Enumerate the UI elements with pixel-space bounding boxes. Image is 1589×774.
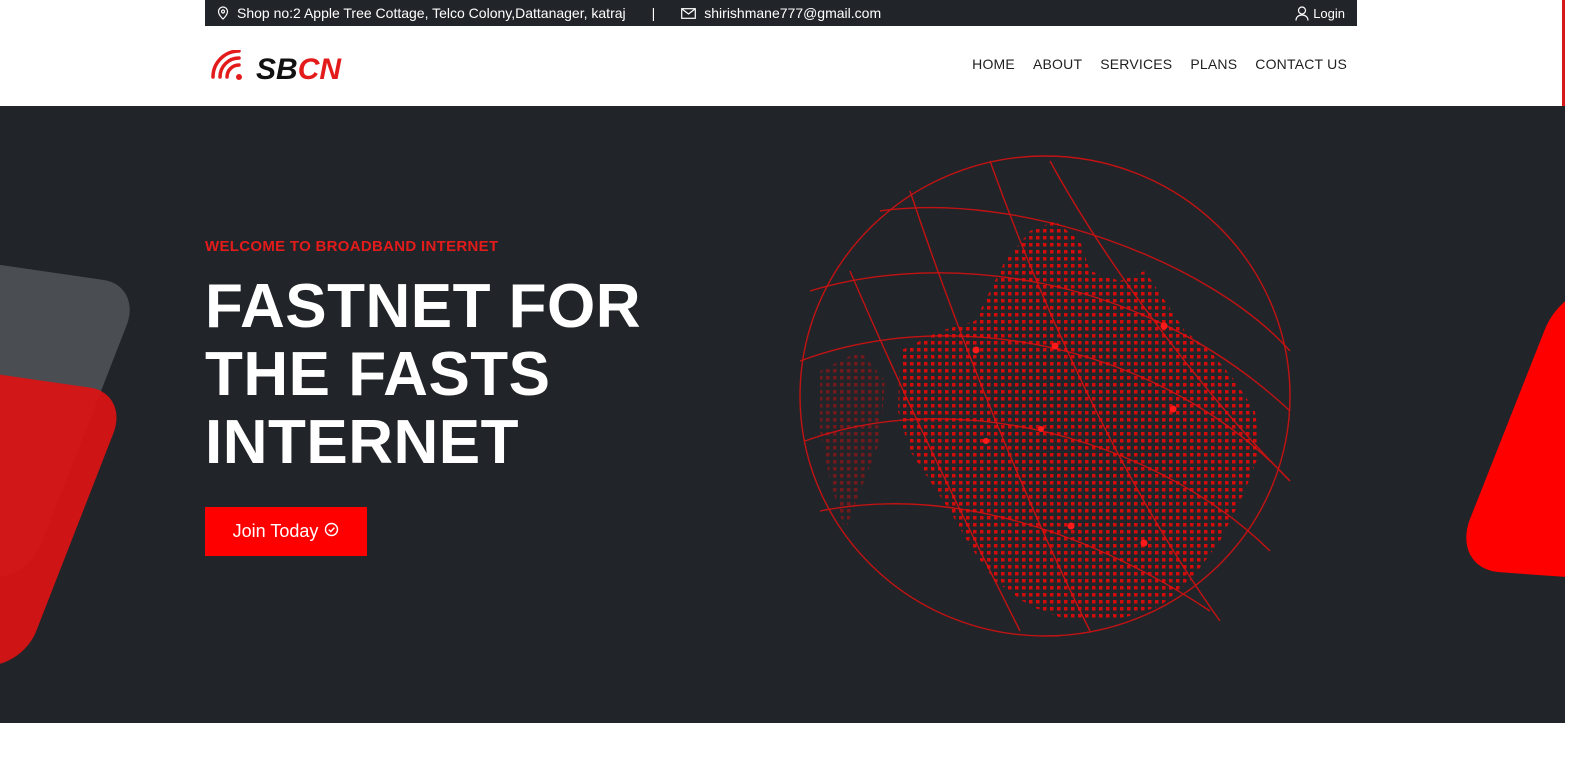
address-text: Shop no:2 Apple Tree Cottage, Telco Colo… bbox=[237, 5, 626, 21]
globe-land-dots bbox=[820, 221, 1260, 621]
page-right-gutter bbox=[1565, 0, 1589, 774]
top-info-bar: Shop no:2 Apple Tree Cottage, Telco Colo… bbox=[205, 0, 1357, 26]
headline-line-2: THE FASTS bbox=[205, 340, 551, 409]
nav-contact-us[interactable]: CONTACT US bbox=[1255, 56, 1347, 72]
join-today-label: Join Today bbox=[232, 521, 319, 541]
main-nav: HOME ABOUT SERVICES PLANS CONTACT US bbox=[972, 56, 1347, 72]
topbar-separator: | bbox=[651, 5, 656, 21]
hero-headline: FASTNET FOR THE FASTS INTERNET bbox=[205, 273, 665, 477]
check-circle-icon bbox=[324, 521, 339, 542]
envelope-icon bbox=[681, 7, 697, 19]
email-link[interactable]: shirishmane777@gmail.com bbox=[704, 5, 881, 21]
nav-about[interactable]: ABOUT bbox=[1033, 56, 1082, 72]
decorative-right-red-shape bbox=[1450, 279, 1565, 583]
user-icon bbox=[1295, 5, 1309, 21]
join-today-button[interactable]: Join Today bbox=[205, 507, 367, 556]
login-link[interactable]: Login bbox=[1295, 6, 1345, 21]
nav-services[interactable]: SERVICES bbox=[1100, 56, 1172, 72]
wifi-signal-icon bbox=[210, 49, 250, 90]
site-header: SBCN HOME ABOUT SERVICES PLANS CONTACT U… bbox=[0, 26, 1565, 106]
globe-illustration bbox=[799, 155, 1291, 637]
address-item: Shop no:2 Apple Tree Cottage, Telco Colo… bbox=[217, 5, 626, 21]
hero-eyebrow: WELCOME TO BROADBAND INTERNET bbox=[205, 238, 499, 255]
nav-plans[interactable]: PLANS bbox=[1190, 56, 1237, 72]
map-pin-icon bbox=[217, 6, 229, 20]
logo-text-sb: SB bbox=[256, 53, 298, 86]
decorative-red-shape bbox=[0, 361, 129, 671]
hero-section: WELCOME TO BROADBAND INTERNET FASTNET FO… bbox=[0, 106, 1565, 723]
hero-text-block: WELCOME TO BROADBAND INTERNET FASTNET FO… bbox=[205, 238, 665, 477]
site-logo[interactable]: SBCN bbox=[210, 49, 342, 90]
login-label[interactable]: Login bbox=[1313, 6, 1345, 21]
headline-line-1: FASTNET FOR bbox=[205, 272, 642, 341]
logo-text-cn: CN bbox=[297, 53, 342, 86]
email-item[interactable]: shirishmane777@gmail.com bbox=[681, 5, 881, 21]
headline-line-3: INTERNET bbox=[205, 408, 519, 477]
nav-home[interactable]: HOME bbox=[972, 56, 1015, 72]
